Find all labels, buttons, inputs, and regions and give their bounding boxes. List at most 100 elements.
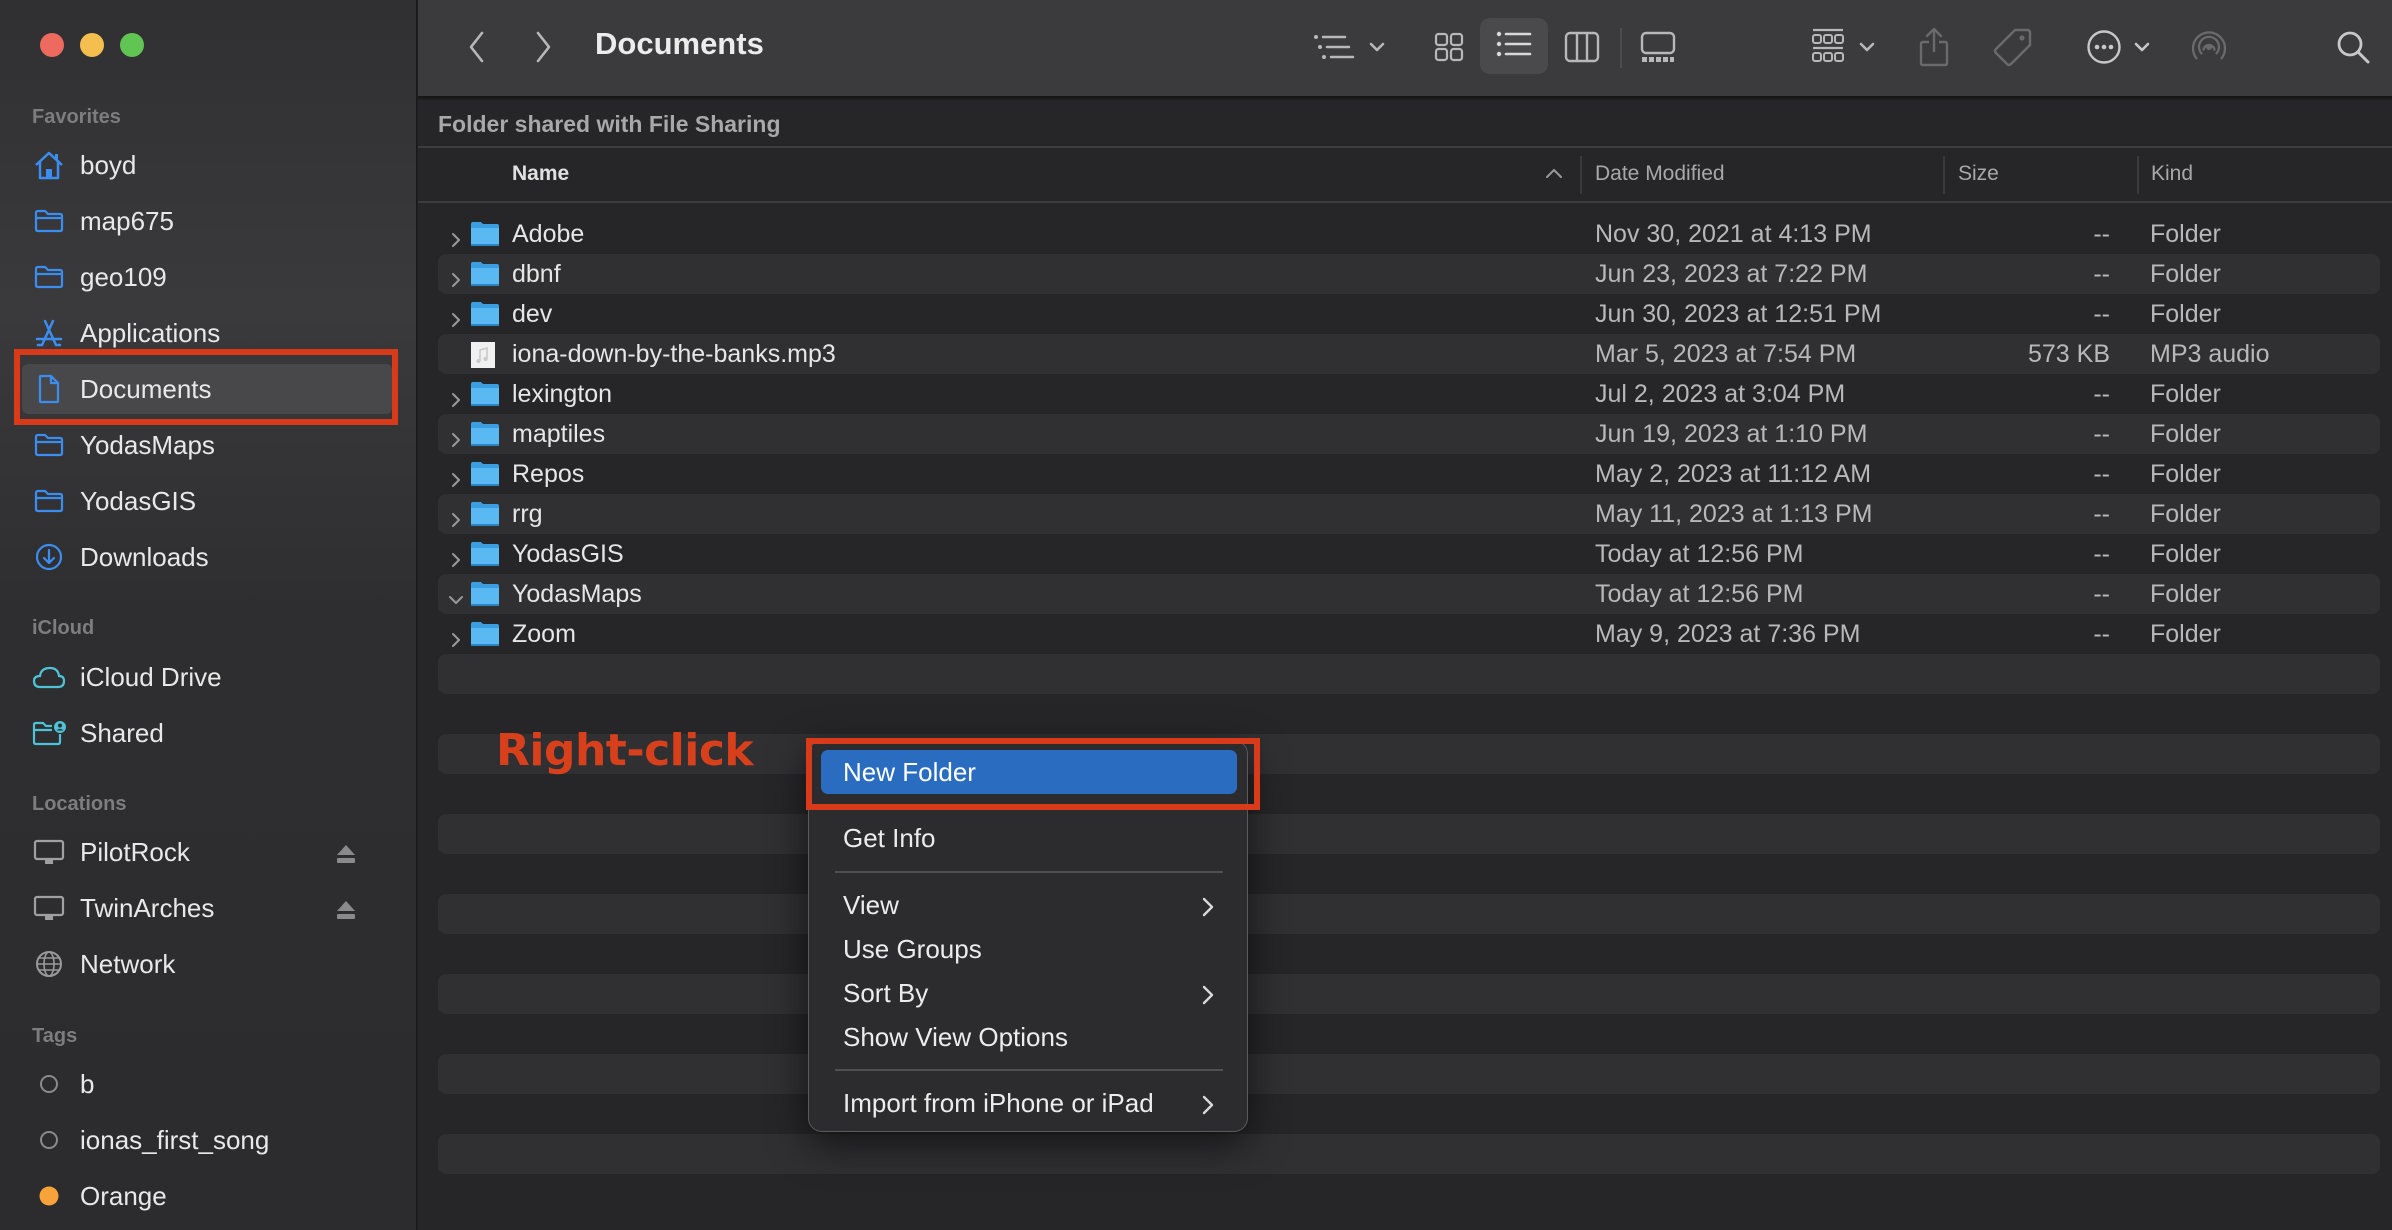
airdrop-button[interactable] — [2184, 24, 2234, 74]
file-list: Adobe Nov 30, 2021 at 4:13 PM -- Folder … — [438, 214, 2380, 654]
share-button[interactable] — [1912, 24, 1956, 74]
file-row[interactable]: maptiles Jun 19, 2023 at 1:10 PM -- Fold… — [438, 414, 2380, 454]
menu-item-view[interactable]: View — [821, 883, 1237, 927]
gallery-view-button[interactable] — [1630, 24, 1686, 74]
menu-item-import-from-iphone[interactable]: Import from iPhone or iPad — [821, 1081, 1237, 1125]
menu-item-use-groups[interactable]: Use Groups — [821, 927, 1237, 971]
file-row[interactable]: Zoom May 9, 2023 at 7:36 PM -- Folder — [438, 614, 2380, 654]
sidebar-item-boyd[interactable]: boyd — [32, 140, 382, 190]
column-header-date-modified[interactable]: Date Modified — [1595, 162, 1725, 186]
tag-icon — [1993, 27, 2033, 72]
menu-item-get-info[interactable]: Get Info — [821, 816, 1237, 860]
search-button[interactable] — [2328, 24, 2378, 74]
sidebar-item-applications[interactable]: Applications — [32, 308, 382, 358]
icon-view-button[interactable] — [1424, 24, 1474, 74]
sidebar-item-documents[interactable]: Documents — [22, 364, 392, 414]
tag-button[interactable] — [1988, 24, 2038, 74]
file-size: -- — [2093, 219, 2110, 248]
sidebar: Favorites boyd map675 geo109 Application… — [0, 0, 417, 1230]
chevron-right-icon[interactable] — [448, 306, 464, 327]
file-name: Adobe — [512, 219, 585, 248]
empty-row — [438, 814, 2380, 854]
file-row[interactable]: iona-down-by-the-banks.mp3 Mar 5, 2023 a… — [438, 334, 2380, 374]
chevron-right-icon[interactable] — [448, 386, 464, 407]
sidebar-item-label: b — [80, 1068, 95, 1099]
file-row[interactable]: Repos May 2, 2023 at 11:12 AM -- Folder — [438, 454, 2380, 494]
file-row[interactable]: dev Jun 30, 2023 at 12:51 PM -- Folder — [438, 294, 2380, 334]
column-divider[interactable] — [1580, 156, 1582, 194]
sidebar-tag-orange[interactable]: Orange — [32, 1171, 382, 1221]
menu-item-new-folder[interactable]: New Folder — [821, 750, 1237, 794]
action-menu-button[interactable] — [2078, 24, 2158, 74]
column-header-name[interactable]: Name — [512, 162, 569, 186]
chevron-right-icon[interactable] — [448, 466, 464, 487]
file-size: -- — [2093, 299, 2110, 328]
folder-icon — [470, 261, 500, 287]
sidebar-item-shared[interactable]: Shared — [32, 708, 382, 758]
list-view-button[interactable] — [1480, 18, 1548, 74]
chevron-right-icon[interactable] — [448, 226, 464, 247]
back-button[interactable] — [458, 24, 494, 74]
menu-item-sort-by[interactable]: Sort By — [821, 971, 1237, 1015]
file-size: -- — [2093, 619, 2110, 648]
column-divider[interactable] — [2137, 156, 2139, 194]
column-divider[interactable] — [1943, 156, 1945, 194]
forward-button[interactable] — [526, 24, 562, 74]
sidebar-item-network[interactable]: Network — [32, 939, 382, 989]
file-size: -- — [2093, 579, 2110, 608]
group-by-button[interactable] — [1304, 24, 1394, 74]
sidebar-item-geo109[interactable]: geo109 — [32, 252, 382, 302]
sidebar-item-icloud-drive[interactable]: iCloud Drive — [32, 652, 382, 702]
folder-icon — [470, 421, 500, 447]
sidebar-item-twinarches[interactable]: TwinArches — [32, 883, 382, 933]
file-kind: Folder — [2150, 539, 2221, 568]
column-header-kind[interactable]: Kind — [2151, 162, 2193, 186]
file-date-modified: Today at 12:56 PM — [1595, 539, 1804, 568]
column-view-button[interactable] — [1554, 24, 1610, 74]
file-date-modified: Jun 23, 2023 at 7:22 PM — [1595, 259, 1868, 288]
minimize-window-button[interactable] — [80, 33, 104, 57]
sidebar-section-tags: Tags — [32, 1025, 78, 1047]
eject-icon[interactable] — [336, 841, 356, 863]
sidebar-item-pilotrock[interactable]: PilotRock — [32, 827, 382, 877]
sidebar-item-label: Orange — [80, 1180, 167, 1211]
file-name: YodasGIS — [512, 539, 624, 568]
file-row[interactable]: rrg May 11, 2023 at 1:13 PM -- Folder — [438, 494, 2380, 534]
chevron-right-icon[interactable] — [448, 546, 464, 567]
sidebar-item-yodasgis[interactable]: YodasGIS — [32, 476, 382, 526]
empty-row — [438, 654, 2380, 694]
zoom-window-button[interactable] — [120, 33, 144, 57]
folder-icon — [470, 461, 500, 487]
file-row[interactable]: YodasMaps Today at 12:56 PM -- Folder — [438, 574, 2380, 614]
menu-item-show-view-options[interactable]: Show View Options — [821, 1015, 1237, 1059]
sidebar-item-map675[interactable]: map675 — [32, 196, 382, 246]
chevron-right-icon[interactable] — [448, 266, 464, 287]
group-items-button[interactable] — [1798, 24, 1888, 74]
file-name: maptiles — [512, 419, 606, 448]
file-row[interactable]: dbnf Jun 23, 2023 at 7:22 PM -- Folder — [438, 254, 2380, 294]
chevron-right-icon[interactable] — [448, 506, 464, 527]
sidebar-tag-b[interactable]: b — [32, 1059, 382, 1109]
close-window-button[interactable] — [40, 33, 64, 57]
sidebar-item-downloads[interactable]: Downloads — [32, 532, 382, 582]
file-size: -- — [2093, 499, 2110, 528]
file-name: dev — [512, 299, 553, 328]
file-size: -- — [2093, 379, 2110, 408]
chevron-down-icon — [1369, 40, 1385, 58]
chevron-right-icon — [1201, 982, 1215, 1005]
sidebar-section-favorites: Favorites — [32, 106, 121, 128]
file-row[interactable]: lexington Jul 2, 2023 at 3:04 PM -- Fold… — [438, 374, 2380, 414]
chevron-right-icon[interactable] — [448, 626, 464, 647]
file-row[interactable]: Adobe Nov 30, 2021 at 4:13 PM -- Folder — [438, 214, 2380, 254]
file-kind: Folder — [2150, 579, 2221, 608]
file-row[interactable]: YodasGIS Today at 12:56 PM -- Folder — [438, 534, 2380, 574]
sidebar-item-yodasmaps[interactable]: YodasMaps — [32, 420, 382, 470]
download-icon — [32, 540, 66, 574]
chevron-right-icon[interactable] — [448, 426, 464, 447]
sidebar-tag-ionas-first-song[interactable]: ionas_first_song — [32, 1115, 382, 1165]
column-header-size[interactable]: Size — [1958, 162, 1999, 186]
sidebar-item-label: PilotRock — [80, 836, 190, 867]
chevron-down-icon[interactable] — [448, 586, 464, 604]
file-size: -- — [2093, 459, 2110, 488]
eject-icon[interactable] — [336, 897, 356, 919]
